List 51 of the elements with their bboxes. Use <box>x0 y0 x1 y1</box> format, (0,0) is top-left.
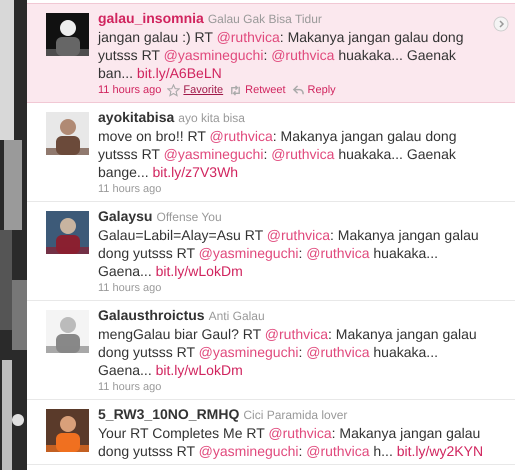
tweet-text: jangan galau :) RT @ruthvica: Makanya jangan galau dong yutsss RT @yasmineguchi: @ruthvica huakaka... Gaenak ban... bit.ly/A6BeLN <box>98 28 464 82</box>
full-name: ayo kita bisa <box>178 111 245 125</box>
timestamp[interactable]: 11 hours ago <box>98 182 162 197</box>
url-link[interactable]: bit.ly/wLokDm <box>156 263 243 279</box>
retweet-icon <box>229 84 242 97</box>
username[interactable]: ayokitabisa <box>98 109 174 125</box>
mention-link[interactable]: @yasmineguchi <box>198 245 298 261</box>
tweet-item[interactable]: Galausthroictus Anti Galau mengGalau biar Gaul? RT @ruthvica: Makanya jangan galau dong yutsss RT @yasmineguchi: @ruthvica huakaka... Gaena... bit.ly/wLokDm 11 hours ago <box>27 301 515 400</box>
username[interactable]: 5_RW3_10NO_RMHQ <box>98 406 240 422</box>
full-name: Galau Gak Bisa Tidur <box>208 12 322 26</box>
action-link[interactable]: Retweet <box>229 83 286 98</box>
tweet-text: move on bro!! RT @ruthvica: Makanya jangan galau dong yutsss RT @yasmineguchi: @ruthvica huakaka... Gaenak bange... bit.ly/z7V3Wh <box>98 127 458 181</box>
reply-icon <box>292 84 305 97</box>
mention-link[interactable]: @ruthvica <box>306 245 370 261</box>
mention-link[interactable]: @ruthvica <box>268 425 332 441</box>
mention-link[interactable]: @ruthvica <box>210 128 273 144</box>
username[interactable]: Galaysu <box>98 208 152 224</box>
timestamp[interactable]: 11 hours ago <box>98 281 162 296</box>
full-name: Offense You <box>156 210 222 224</box>
full-name: Cici Paramida lover <box>243 408 348 422</box>
action-link[interactable]: Favorite <box>167 83 224 98</box>
mention-link[interactable]: @yasmineguchi <box>198 443 298 459</box>
chevron-icon[interactable] <box>493 16 509 32</box>
tweet-item[interactable]: ayokitabisa ayo kita bisa move on bro!! RT @ruthvica: Makanya jangan galau dong yutsss RT @yasmineguchi: @ruthvica huakaka... Gaenak bange... bit.ly/z7V3Wh 11 hours ago <box>27 103 515 202</box>
mention-link[interactable]: @yasmineguchi <box>198 344 298 360</box>
mention-link[interactable]: @ruthvica <box>271 47 334 63</box>
action-link[interactable]: Reply <box>292 83 336 98</box>
mention-link[interactable]: @ruthvica <box>216 29 280 45</box>
timestamp[interactable]: 11 hours ago <box>98 380 162 395</box>
tweet-item[interactable] <box>27 3 515 103</box>
url-link[interactable]: bit.ly/wLokDm <box>156 362 243 378</box>
mention-link[interactable]: @ruthvica <box>271 146 334 162</box>
star-icon <box>167 84 180 97</box>
tweet-item[interactable]: Galaysu Offense You Galau=Labil=Alay=Asu RT @ruthvica: Makanya jangan galau dong yutsss RT @yasmineguchi: @ruthvica huakaka... Gaena... bit.ly/wLokDm 11 hours ago <box>27 202 515 301</box>
mention-link[interactable]: @ruthvica <box>266 227 330 243</box>
mention-link[interactable]: @ruthvica <box>264 326 328 342</box>
mention-link[interactable]: @ruthvica <box>306 443 370 459</box>
tweet-text: mengGalau biar Gaul? RT @ruthvica: Makanya jangan galau dong yutsss RT @yasmineguchi: @ruthvica huakaka... Gaena... bit.ly/wLokDm <box>98 325 478 379</box>
tweet-text: Galau=Labil=Alay=Asu RT @ruthvica: Makanya jangan galau dong yutsss RT @yasmineguchi: @ruthvica huakaka... Gaena... bit.ly/wLokDm <box>98 226 480 280</box>
url-link[interactable]: bit.ly/wy2KYN <box>396 443 484 459</box>
username[interactable]: galau_insomnia <box>98 10 204 26</box>
username[interactable]: Galausthroictus <box>98 307 205 323</box>
timestamp[interactable]: 11 hours ago <box>98 83 162 98</box>
full-name: Anti Galau <box>208 309 265 323</box>
mention-link[interactable]: @yasmineguchi <box>164 146 264 162</box>
mention-link[interactable]: @yasmineguchi <box>164 47 264 63</box>
url-link[interactable]: bit.ly/z7V3Wh <box>152 164 238 180</box>
mention-link[interactable]: @ruthvica <box>306 344 370 360</box>
tweet-text: Your RT Completes Me RT @ruthvica: Makanya jangan galau dong yutsss RT @yasmineguchi: @ruthvica h... bit.ly/wy2KYN <box>98 424 484 460</box>
url-link[interactable]: bit.ly/A6BeLN <box>136 65 222 81</box>
tweet-item[interactable]: 5_RW3_10NO_RMHQ Cici Paramida lover Your RT Completes Me RT @ruthvica: Makanya jangan galau dong yutsss RT @yasmineguchi: @ruthvica h... bit.ly/wy2KYN <box>27 400 515 465</box>
